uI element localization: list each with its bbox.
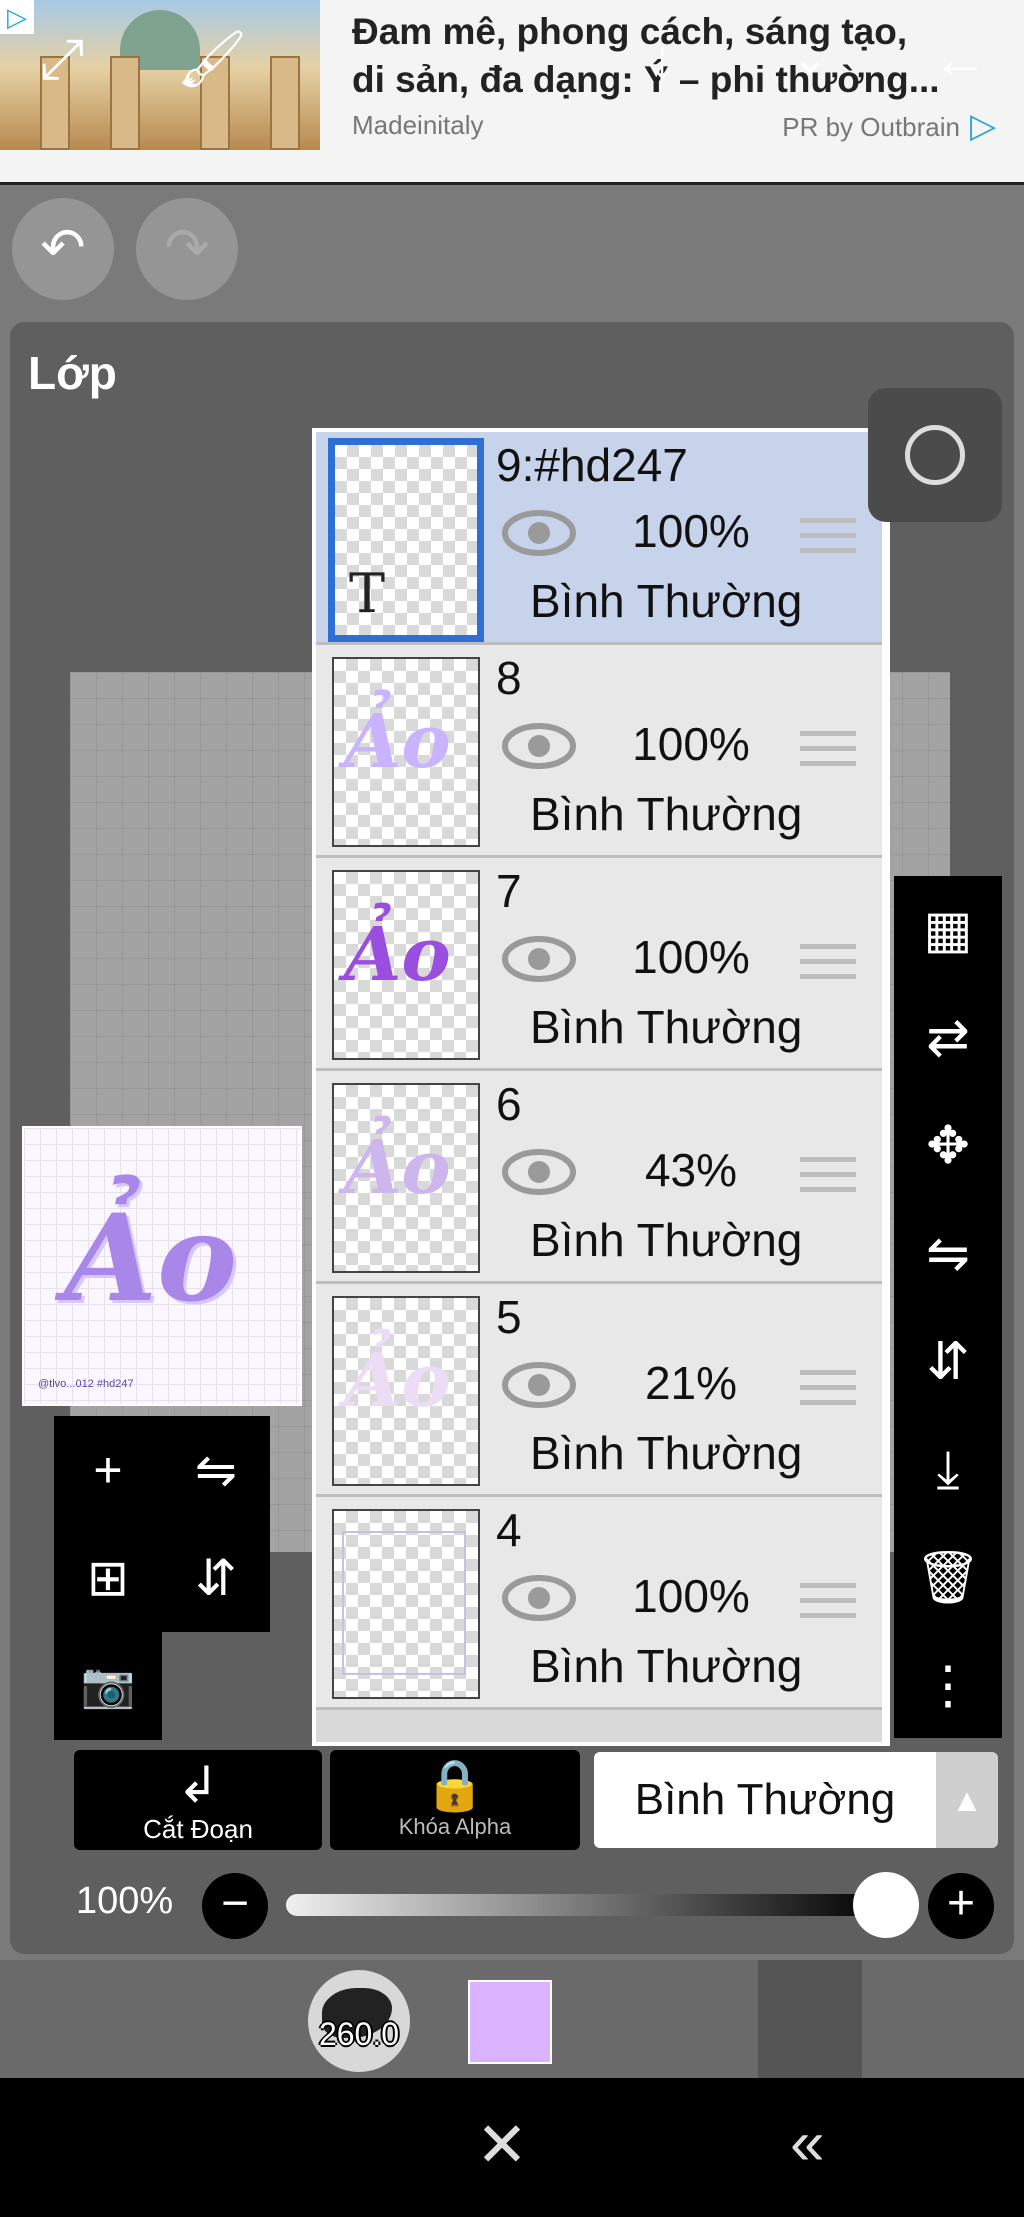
layer-opacity: 100% [632, 931, 750, 983]
layer-row[interactable]: 4 100% Bình Thường [316, 1497, 882, 1710]
record-button[interactable] [868, 388, 1002, 522]
clipping-button[interactable]: ↲ Cắt Đoạn [74, 1750, 322, 1850]
panel-title: Lớp [28, 347, 117, 399]
layer-thumbnail[interactable]: Ảo [332, 657, 480, 847]
merge-down-icon[interactable]: ⤓ [894, 1416, 1002, 1524]
eye-icon[interactable] [502, 1149, 576, 1195]
layer-row[interactable]: Ảo 8 100% Bình Thường [316, 645, 882, 858]
arrow-down-icon[interactable]: ↓ [610, 0, 714, 118]
layer-name: 4 [496, 1504, 522, 1556]
drag-handle-icon[interactable] [800, 731, 856, 776]
layer-name: 7 [496, 865, 522, 917]
layers-toggle-selected [758, 1960, 862, 2078]
layer-blend-mode: Bình Thường [530, 1214, 803, 1266]
add-layer-icon[interactable]: + [54, 1416, 162, 1524]
drag-handle-icon[interactable] [800, 1583, 856, 1628]
brush-size: 260.0 [318, 2016, 400, 2052]
move-layer-icon[interactable]: ⇄ [894, 984, 1002, 1092]
layer-thumbnail[interactable]: Ảo [332, 870, 480, 1060]
alpha-lock-button[interactable]: 🔒 Khóa Alpha [330, 1750, 580, 1850]
opacity-label: 100% [76, 1880, 174, 1922]
eye-icon[interactable] [502, 1575, 576, 1621]
eye-icon[interactable] [502, 1362, 576, 1408]
transparency-icon[interactable]: ▦ [894, 876, 1002, 984]
layer-action-tools-2: 📷 [54, 1632, 162, 1740]
eye-icon[interactable] [502, 723, 576, 769]
layer-opacity: 21% [644, 1357, 738, 1409]
ad-source: Madeinitaly [352, 110, 484, 140]
layer-thumbnail[interactable]: T [328, 438, 484, 642]
layer-row[interactable]: Ảo 5 21% Bình Thường [316, 1284, 882, 1497]
layer-blend-mode: Bình Thường [530, 788, 803, 840]
move-icon[interactable]: ✥ [894, 1092, 1002, 1200]
ad-banner[interactable]: ▷ Đam mê, phong cách, sáng tạo, di sản, … [0, 0, 1024, 185]
layer-name: 6 [496, 1078, 522, 1130]
camera-icon[interactable]: 📷 [54, 1632, 162, 1740]
layer-name: 5 [496, 1291, 522, 1343]
layer-thumbnail[interactable] [332, 1509, 480, 1699]
canvas-thumbnail[interactable]: Ảo @tlvo...012 #hd247 [22, 1126, 302, 1406]
eye-icon[interactable] [502, 510, 576, 556]
layer-row-partial[interactable] [316, 1710, 882, 1742]
layer-name: 8 [496, 652, 522, 704]
layer-opacity: 100% [632, 505, 750, 557]
clipping-icon: ↲ [177, 1757, 219, 1813]
close-icon[interactable]: ✕ [476, 2108, 528, 2181]
slider-knob[interactable] [853, 1872, 919, 1938]
flip-vertical-icon[interactable]: ⇵ [162, 1524, 270, 1632]
drag-handle-icon[interactable] [800, 518, 856, 563]
right-toolbar: ▦ ⇄ ✥ ⇋ ⇵ ⤓ 🗑 ⋮ [894, 876, 1002, 1738]
drag-handle-icon[interactable] [800, 944, 856, 989]
layer-blend-mode: Bình Thường [530, 1640, 803, 1692]
transform-tool-icon[interactable]: ⤢ [10, 0, 114, 118]
layer-row[interactable]: Ảo 7 100% Bình Thường [316, 858, 882, 1071]
redo-button[interactable]: ↷ [136, 198, 238, 300]
back-double-icon[interactable]: « [790, 2108, 824, 2179]
layer-thumbnail[interactable]: Ảo [332, 1296, 480, 1486]
flip-vertical-icon[interactable]: ⇵ [894, 1308, 1002, 1416]
layer-action-tools: + ⇋ ⊞ ⇵ [54, 1416, 270, 1632]
layer-opacity: 43% [644, 1144, 738, 1196]
undo-button[interactable]: ↶ [12, 198, 114, 300]
add-copy-layer-icon[interactable]: ⊞ [54, 1524, 162, 1632]
trash-icon[interactable]: 🗑 [894, 1524, 1002, 1632]
layer-thumbnail[interactable]: Ảo [332, 1083, 480, 1273]
eye-icon[interactable] [502, 936, 576, 982]
drag-handle-icon[interactable] [800, 1370, 856, 1415]
color-swatch[interactable] [468, 1980, 552, 2064]
circle-icon [905, 425, 965, 485]
lock-icon: 🔒 [423, 1757, 487, 1813]
more-icon[interactable]: ⋮ [894, 1632, 1002, 1740]
chevron-up-icon[interactable]: ▲ [936, 1752, 998, 1848]
layer-opacity: 100% [632, 1570, 750, 1622]
layers-list[interactable]: T 9:#hd247 100% Bình Thường Ảo 8 100% Bì… [312, 428, 890, 1746]
chevron-double-down-icon[interactable]: ⌄ [758, 0, 862, 118]
layer-opacity: 100% [632, 718, 750, 770]
layer-blend-mode: Bình Thường [530, 575, 803, 627]
plus-button[interactable]: + [928, 1873, 994, 1939]
opacity-slider[interactable] [286, 1894, 886, 1916]
blend-mode-select[interactable]: Bình Thường [594, 1752, 936, 1848]
flip-horizontal-icon[interactable]: ⇋ [162, 1416, 270, 1524]
layer-blend-mode: Bình Thường [530, 1001, 803, 1053]
layer-row[interactable]: T 9:#hd247 100% Bình Thường [316, 432, 882, 645]
flip-horizontal-icon[interactable]: ⇋ [894, 1200, 1002, 1308]
layer-row[interactable]: Ảo 6 43% Bình Thường [316, 1071, 882, 1284]
brush-icon[interactable]: 🖌 [160, 0, 264, 118]
layer-blend-mode: Bình Thường [530, 1427, 803, 1479]
drag-handle-icon[interactable] [800, 1157, 856, 1202]
layer-name: 9:#hd247 [496, 439, 688, 491]
minus-button[interactable]: − [202, 1873, 268, 1939]
back-arrow-icon[interactable]: ← [908, 0, 1012, 118]
